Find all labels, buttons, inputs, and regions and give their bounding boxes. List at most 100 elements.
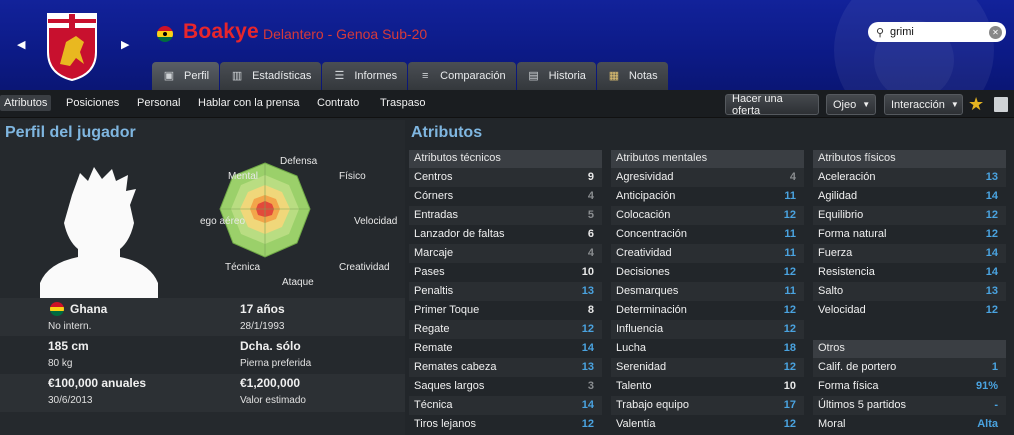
attribute-row[interactable]: Técnica 14 [409,396,602,415]
radar-label-creatividad: Creatividad [339,262,390,273]
age: 17 años [240,302,285,316]
make-offer-button[interactable]: Hacer una oferta [725,93,819,117]
clear-search-icon[interactable]: ✕ [989,25,1002,39]
subnav-posiciones[interactable]: Posiciones [66,97,119,109]
subnav-traspaso[interactable]: Traspaso [380,97,425,109]
attribute-row[interactable]: Pases 10 [409,263,602,282]
attribute-row[interactable]: Agresividad 4 [611,168,804,187]
attribute-row[interactable]: Concentración 11 [611,225,804,244]
attribute-row[interactable]: Talento 10 [611,377,804,396]
club-crest-icon[interactable] [46,12,98,82]
attribute-value: 6 [587,228,594,240]
attribute-row[interactable]: Calif. de portero 1 [813,358,1006,377]
attribute-row[interactable]: Valentía 12 [611,415,804,434]
attribute-value: 14 [985,247,998,259]
attribute-value: 5 [587,209,594,221]
tab-comparacion[interactable]: ≡ Comparación [408,62,516,90]
attribute-row[interactable]: Córners 4 [409,187,602,206]
attribute-value: 12 [581,323,594,335]
attribute-row[interactable]: Fuerza 14 [813,244,1006,263]
attribute-row[interactable]: Anticipación 11 [611,187,804,206]
chevron-down-icon: ▼ [862,100,871,109]
subnav-hablar-prensa[interactable]: Hablar con la prensa [198,97,300,109]
note-icon[interactable] [994,97,1008,112]
attribute-name: Agresividad [616,171,674,183]
attribute-row[interactable]: Influencia 12 [611,320,804,339]
attribute-value: 10 [581,266,594,278]
tab-informes[interactable]: ☰ Informes [322,62,408,90]
nationality: Ghana [70,302,108,316]
player-name: Boakye [183,20,259,43]
tab-perfil[interactable]: ▣ Perfil [152,62,220,90]
attribute-value: 10 [783,380,796,392]
attributes-title: Atributos [411,124,483,141]
attribute-row[interactable]: Forma física 91% [813,377,1006,396]
attribute-value: 13 [985,171,998,183]
attribute-name: Técnica [414,399,453,411]
attribute-row[interactable]: Remate 14 [409,339,602,358]
attribute-row[interactable]: Aceleración 13 [813,168,1006,187]
next-player-arrow-icon[interactable]: ▶ [121,38,129,51]
attribute-row[interactable]: Forma natural 12 [813,225,1006,244]
attribute-row[interactable]: Equilibrio 12 [813,206,1006,225]
attribute-name: Primer Toque [414,304,480,316]
attribute-row[interactable]: Serenidad 12 [611,358,804,377]
radar-label-juego-aereo: ego aéreo [200,216,246,227]
attribute-row[interactable]: Últimos 5 partidos - [813,396,1006,415]
wage: €100,000 anuales [48,376,147,390]
attribute-name: Últimos 5 partidos [818,399,907,411]
weight: 80 kg [48,358,73,369]
search-input[interactable]: grimi [888,26,989,38]
attribute-row[interactable]: Remates cabeza 13 [409,358,602,377]
attribute-row[interactable]: Salto 13 [813,282,1006,301]
attribute-row[interactable]: Regate 12 [409,320,602,339]
attribute-value: 13 [581,361,594,373]
subnav-atributos[interactable]: Atributos [0,95,52,111]
tab-notas[interactable]: ▦ Notas [596,62,668,90]
attribute-row[interactable]: Lucha 18 [611,339,804,358]
attribute-row[interactable]: Colocación 12 [611,206,804,225]
subnav-contrato[interactable]: Contrato [317,97,359,109]
attribute-name: Penaltis [414,285,454,297]
subnav-personal[interactable]: Personal [137,97,180,109]
attribute-name: Creatividad [616,247,672,259]
attribute-row[interactable]: Entradas 5 [409,206,602,225]
attribute-name: Aceleración [818,171,876,183]
attribute-row[interactable]: Tiros lejanos 12 [409,415,602,434]
interaction-dropdown[interactable]: Interacción ▼ [884,94,963,115]
scout-dropdown[interactable]: Ojeo ▼ [826,94,876,115]
attribute-row[interactable]: Desmarques 11 [611,282,804,301]
attribute-name: Entradas [414,209,459,221]
interaction-label: Interacción [891,98,945,111]
attribute-name: Saques largos [414,380,485,392]
scout-label: Ojeo [833,98,857,111]
attribute-value: 17 [783,399,796,411]
physical-attributes: Atributos físicos Aceleración 13 Agilidad 1… [813,150,1006,320]
previous-player-arrow-icon[interactable]: ◀ [17,38,25,51]
attribute-name: Forma natural [818,228,887,240]
tab-historia[interactable]: ▤ Historia [516,62,596,90]
attribute-row[interactable]: Trabajo equipo 17 [611,396,804,415]
search-field[interactable]: ⚲ grimi ✕ [868,22,1006,42]
tab-estadisticas[interactable]: ▥ Estadísticas [220,62,322,90]
attribute-row[interactable]: Determinación 12 [611,301,804,320]
attribute-name: Concentración [616,228,687,240]
attribute-row[interactable]: Moral Alta [813,415,1006,434]
tab-label: Comparación [440,70,506,82]
attribute-row[interactable]: Saques largos 3 [409,377,602,396]
attribute-row[interactable]: Centros 9 [409,168,602,187]
attribute-value: - [994,399,998,411]
attribute-row[interactable]: Marcaje 4 [409,244,602,263]
attribute-value: 13 [985,285,998,297]
attribute-row[interactable]: Primer Toque 8 [409,301,602,320]
attribute-row[interactable]: Decisiones 12 [611,263,804,282]
favorite-star-icon[interactable]: ★ [968,94,984,115]
attribute-row[interactable]: Lanzador de faltas 6 [409,225,602,244]
height: 185 cm [48,339,89,353]
attribute-row[interactable]: Resistencia 14 [813,263,1006,282]
attribute-value: 12 [985,228,998,240]
attribute-row[interactable]: Creatividad 11 [611,244,804,263]
attribute-row[interactable]: Penaltis 13 [409,282,602,301]
attribute-row[interactable]: Velocidad 12 [813,301,1006,320]
attribute-row[interactable]: Agilidad 14 [813,187,1006,206]
